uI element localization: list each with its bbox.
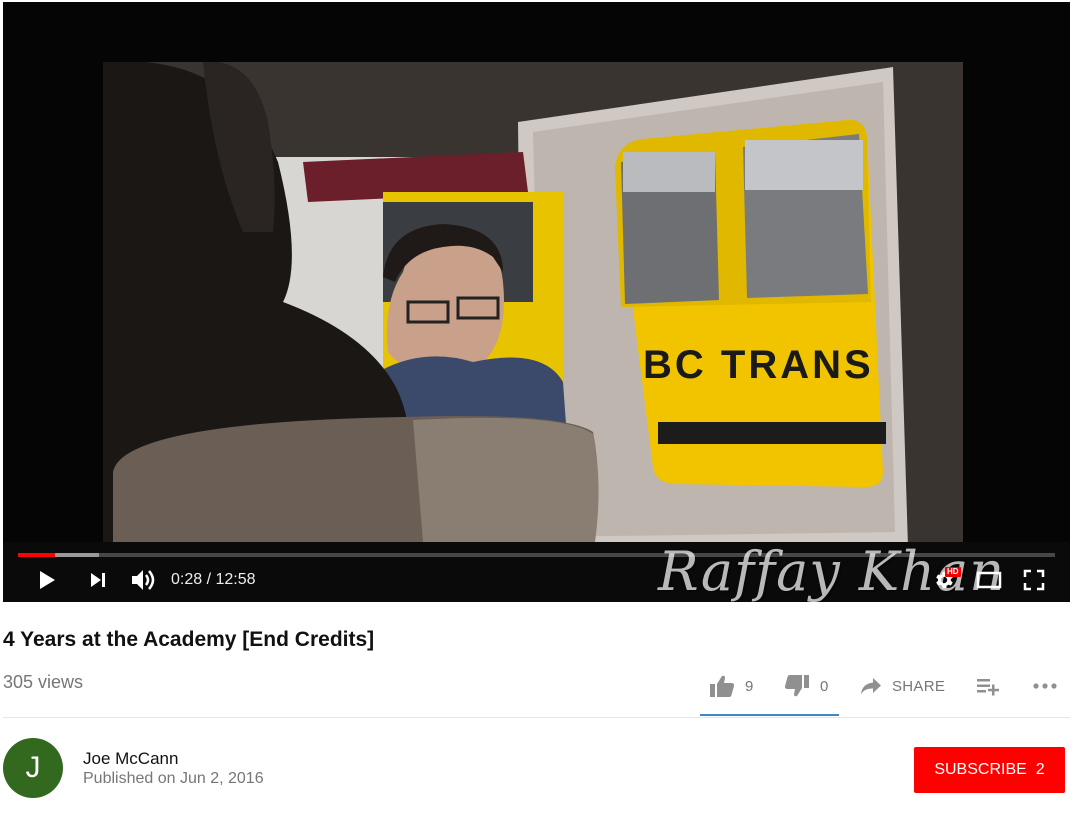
next-button[interactable]: [83, 562, 113, 598]
scene-bus-lettering: BC TRANS: [643, 343, 874, 387]
publish-date: Published on Jun 2, 2016: [83, 770, 264, 787]
channel-name[interactable]: Joe McCann: [83, 749, 178, 769]
next-icon: [91, 573, 105, 587]
thumbs-down-icon: [784, 675, 809, 697]
time-separator: /: [202, 571, 216, 588]
time-display: 0:28 / 12:58: [171, 562, 256, 598]
time-total: 12:58: [215, 571, 256, 588]
subscribe-button[interactable]: SUBSCRIBE 2: [914, 747, 1065, 793]
theater-mode-button[interactable]: [971, 562, 1007, 598]
play-button[interactable]: [31, 562, 63, 598]
like-button[interactable]: 9: [709, 668, 753, 704]
mute-button[interactable]: [127, 562, 161, 598]
action-bar: 9 0 SHARE: [0, 668, 1074, 704]
thumbs-up-icon: [710, 675, 735, 697]
subscriber-count: 2: [1035, 761, 1045, 778]
hd-badge: HD: [945, 567, 961, 577]
player-controls: 0:28 / 12:58 HD: [3, 562, 1070, 598]
share-arrow-icon: [861, 678, 881, 694]
section-divider: [3, 717, 1070, 718]
more-horizontal-icon: [1033, 683, 1057, 689]
fullscreen-icon: [1023, 569, 1045, 591]
subscribe-label: SUBSCRIBE: [934, 761, 1027, 778]
dislike-button[interactable]: 0: [784, 668, 828, 704]
time-current: 0:28: [171, 571, 203, 588]
volume-icon: [132, 570, 155, 590]
video-title: 4 Years at the Academy [End Credits]: [3, 628, 375, 651]
video-frame[interactable]: BC TRANS: [3, 2, 1070, 602]
like-count: 9: [745, 677, 754, 695]
theater-mode-icon: [976, 571, 1002, 589]
fullscreen-button[interactable]: [1017, 562, 1051, 598]
channel-avatar[interactable]: J: [3, 738, 63, 798]
more-actions-button[interactable]: [1032, 668, 1058, 704]
play-icon: [40, 571, 55, 589]
like-ratio-fill: [700, 714, 839, 716]
add-to-playlist-button[interactable]: [976, 668, 1000, 704]
dislike-count: 0: [820, 677, 829, 695]
share-button[interactable]: SHARE: [860, 668, 945, 704]
progress-bar[interactable]: [18, 553, 1055, 557]
settings-button[interactable]: HD: [929, 562, 961, 598]
progress-played: [18, 553, 56, 557]
share-label: SHARE: [892, 677, 946, 695]
like-dislike-bar: [700, 714, 839, 716]
playlist-add-icon: [977, 679, 999, 696]
video-player[interactable]: BC TRANS Raffay Khan 0:28 / 12:58 HD: [3, 2, 1070, 602]
